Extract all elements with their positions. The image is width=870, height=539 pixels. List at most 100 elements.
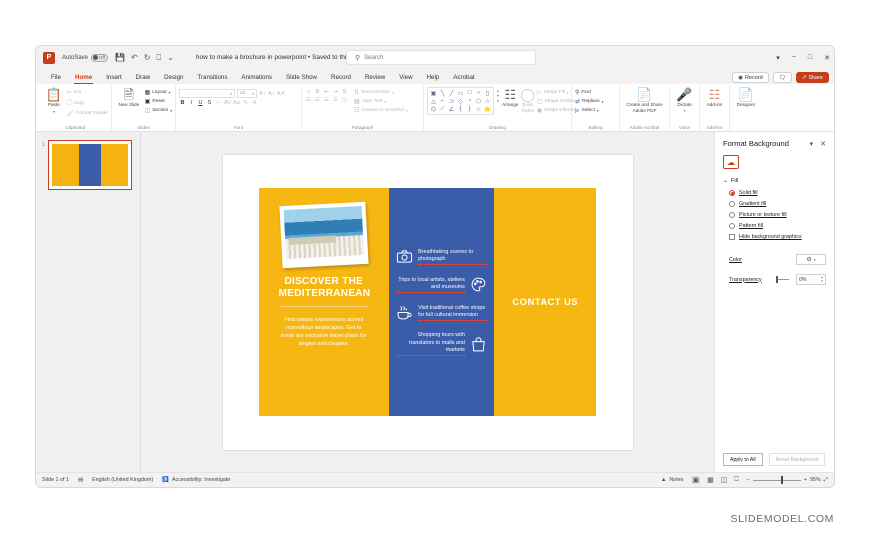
option-hide-background-graphics[interactable]: Hide background graphics — [723, 234, 826, 240]
slide-editing-surface[interactable]: DISCOVER THE MEDITERRANEAN Find unique e… — [222, 154, 633, 450]
shape-oval-icon[interactable]: ○ — [477, 90, 481, 96]
tab-file[interactable]: File — [44, 74, 68, 84]
shape-gallery[interactable]: ▣ ╲ ╱ ▭ □ ○ ▯ △ ⌐ ⊃ ◇ ◔ ⬠ ☆ ⌬ ⟋ ∠ {} ☆ … — [427, 87, 494, 115]
zoom-slider-thumb[interactable] — [780, 476, 783, 484]
feature-item[interactable]: Visit traditional coffee shops for full … — [396, 304, 487, 321]
restore-icon[interactable]: □ — [808, 54, 812, 61]
normal-view-icon[interactable]: ▣ — [691, 476, 701, 484]
spinner-down-icon[interactable]: ▾ — [821, 279, 823, 284]
accessibility-status[interactable]: ♿ Accessibility: Investigate — [162, 477, 230, 483]
add-ins-button[interactable]: ☷ Add-ins — [703, 87, 726, 108]
shape-rect-icon[interactable]: □ — [468, 90, 472, 96]
ribbon-display-options-icon[interactable]: ▾ — [776, 54, 780, 62]
text-highlight-color-button[interactable]: ✎ — [242, 100, 249, 106]
shape-rounded-rect-icon[interactable]: ▭ — [458, 90, 464, 97]
option-pattern-fill[interactable]: Pattern fill — [723, 223, 826, 229]
text-shadow-button[interactable]: S — [206, 100, 213, 106]
shape-curve-icon[interactable]: ⟋ — [440, 106, 444, 113]
tab-insert[interactable]: Insert — [99, 74, 128, 84]
align-left-button[interactable]: ☰ — [305, 97, 312, 103]
close-icon[interactable]: ✕ — [824, 54, 830, 62]
brochure-title[interactable]: DISCOVER THE MEDITERRANEAN — [278, 276, 370, 307]
quick-styles-button[interactable]: ◯ Quick Styles — [520, 87, 535, 113]
brochure-right-panel[interactable]: CONTACT US — [493, 188, 597, 416]
slideshow-icon[interactable]: ⎕ — [734, 476, 738, 484]
search-input[interactable]: ⚲ Search — [346, 50, 536, 65]
save-icon[interactable]: 💾 — [115, 53, 125, 62]
transparency-spinner[interactable]: 0% ▴ ▾ — [796, 274, 826, 285]
decrease-indent-button[interactable]: ⇤ — [323, 89, 330, 95]
zoom-slider[interactable] — [752, 476, 801, 484]
slide-thumbnail-pane[interactable]: 1 — [36, 132, 141, 472]
contact-us-text[interactable]: CONTACT US — [512, 297, 578, 308]
redo-icon[interactable]: ↻ — [144, 53, 151, 62]
shape-gallery-expand-icon[interactable]: ▾ — [497, 98, 499, 103]
transparency-slider-thumb[interactable] — [776, 276, 778, 283]
zoom-level[interactable]: 95% — [810, 477, 821, 483]
select-button[interactable]: ▷ Select ▾ — [575, 107, 603, 114]
undo-icon[interactable]: ↶ — [131, 53, 138, 62]
reset-button[interactable]: ▣ Reset — [145, 98, 172, 105]
shape-triangle-icon[interactable]: △ — [431, 98, 436, 105]
increase-indent-button[interactable]: ⇥ — [332, 89, 339, 95]
tab-transitions[interactable]: Transitions — [190, 74, 234, 84]
brochure-mid-panel[interactable]: Breathtaking scenes to photograph Trips … — [389, 188, 494, 416]
autosave-toggle[interactable]: AutoSave Off — [62, 53, 109, 62]
option-picture-texture-fill[interactable]: Picture or texture fill — [723, 212, 826, 218]
designer-button[interactable]: 📄 Designer — [733, 87, 759, 108]
document-title[interactable]: how to make a brochure in powerpoint • S… — [196, 54, 361, 61]
shape-arrow-icon[interactable]: ╱ — [450, 90, 454, 97]
replace-button[interactable]: ⇄ Replace ▾ — [575, 98, 603, 105]
checkbox-hide-background-graphics[interactable] — [729, 234, 735, 240]
customize-qat-icon[interactable]: ⌄ — [167, 53, 174, 62]
slide-count[interactable]: Slide 1 of 1 — [42, 477, 69, 483]
bullets-button[interactable]: ≡ — [305, 89, 312, 95]
shape-pie-icon[interactable]: ◔ — [468, 98, 472, 104]
numbering-button[interactable]: ≣ — [314, 89, 321, 95]
slide-notes-indicator-icon[interactable]: ▤ — [78, 477, 83, 483]
section-button[interactable]: ◫ Section ▾ — [145, 107, 172, 114]
reading-view-icon[interactable]: ◫ — [721, 476, 728, 484]
tab-animations[interactable]: Animations — [234, 74, 279, 84]
feature-item[interactable]: Trips to local artists, ateliers and mus… — [396, 276, 487, 293]
shape-arc-icon[interactable]: ⊃ — [449, 98, 454, 105]
shape-gallery-scroll[interactable]: ▴ ▾ ▾ — [496, 87, 500, 104]
line-spacing-button[interactable]: ⇅ — [341, 89, 348, 95]
shape-star-icon[interactable]: ☆ — [485, 98, 490, 105]
radio-picture-fill[interactable] — [729, 212, 735, 218]
slide-thumbnail[interactable] — [47, 140, 132, 190]
arrange-button[interactable]: ☷ Arrange — [502, 87, 518, 108]
slide-canvas[interactable]: DISCOVER THE MEDITERRANEAN Find unique e… — [141, 132, 714, 472]
shape-star5-icon[interactable]: ☆ — [476, 106, 481, 113]
shape-textbox-icon[interactable]: ▣ — [431, 90, 437, 97]
tab-view[interactable]: View — [392, 74, 419, 84]
strikethrough-button[interactable]: — — [215, 100, 222, 106]
thumbnail-item[interactable]: 1 — [42, 140, 134, 190]
brochure-left-panel[interactable]: DISCOVER THE MEDITERRANEAN Find unique e… — [258, 188, 390, 416]
text-direction-button[interactable]: ⇅ Text Direction ▾ — [354, 89, 408, 96]
font-size-combo[interactable]: 24 ▾ — [237, 89, 257, 98]
color-picker-button[interactable]: ⚙ ▾ — [796, 254, 826, 265]
italic-button[interactable]: I — [188, 100, 195, 106]
dictate-dropdown-icon[interactable]: ▾ — [684, 109, 686, 113]
tab-slide-show[interactable]: Slide Show — [279, 74, 324, 84]
shape-hexagon-icon[interactable]: ⬠ — [476, 98, 481, 105]
apply-to-all-button[interactable]: Apply to All — [723, 453, 763, 466]
shape-diamond-icon[interactable]: ◇ — [458, 98, 463, 105]
align-text-button[interactable]: ▤ Align Text ▾ — [354, 98, 408, 105]
new-slide-button[interactable]: 🗎 New Slide — [115, 87, 143, 108]
font-name-combo[interactable]: ▾ — [179, 89, 235, 98]
paste-button[interactable]: 📋 Paste ▾ — [43, 87, 65, 114]
color-dropdown-icon[interactable]: ▾ — [814, 258, 816, 262]
format-painter-button[interactable]: 🖌 Format Painter — [67, 110, 108, 117]
font-color-button[interactable]: A — [251, 100, 258, 106]
option-gradient-fill[interactable]: Gradient fill — [723, 201, 826, 207]
cut-button[interactable]: ✂ Cut — [67, 89, 108, 96]
align-center-button[interactable]: ☰ — [314, 97, 321, 103]
columns-button[interactable]: ◫ — [341, 97, 348, 103]
shape-right-brace-icon[interactable]: } — [468, 106, 470, 112]
slide-sorter-icon[interactable]: ▦ — [707, 476, 714, 484]
start-presentation-icon[interactable]: ⎕ — [156, 53, 161, 63]
tab-review[interactable]: Review — [358, 74, 392, 84]
zoom-in-icon[interactable]: + — [804, 477, 807, 483]
